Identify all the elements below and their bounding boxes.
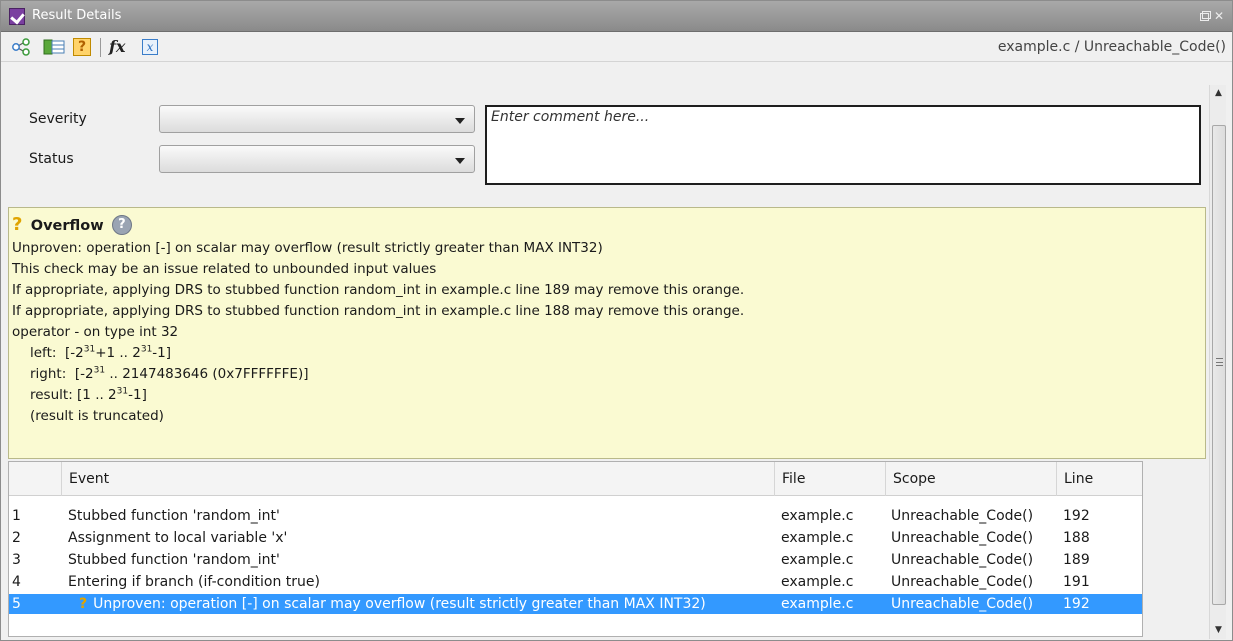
restore-icon[interactable]: [1199, 10, 1211, 22]
orange-check-icon: ?: [79, 596, 88, 612]
severity-label: Severity: [29, 111, 87, 127]
right-operand-range: right: [-231 .. 2147483646 (0x7FFFFFFE)]: [30, 365, 309, 382]
status-label: Status: [29, 151, 74, 167]
truncated-note: (result is truncated): [30, 408, 164, 424]
table-header: Event File Scope Line: [9, 462, 1142, 496]
close-icon[interactable]: ✕: [1214, 10, 1226, 22]
title-bar: Result Details ✕: [1, 1, 1232, 32]
check-details-panel: ? Overflow ? Unproven: operation [-] on …: [8, 207, 1206, 459]
events-table: Event File Scope Line 1 Stubbed function…: [8, 461, 1143, 637]
column-header-file[interactable]: File: [774, 462, 885, 496]
column-header-line[interactable]: Line: [1056, 462, 1142, 496]
chevron-down-icon: [455, 158, 465, 164]
column-header-scope[interactable]: Scope: [885, 462, 1056, 496]
scroll-up-icon[interactable]: ▲: [1210, 85, 1227, 102]
vertical-scrollbar[interactable]: ▲ ▼: [1209, 85, 1226, 639]
toolbar-separator: [100, 38, 101, 57]
severity-dropdown[interactable]: [159, 105, 475, 133]
grip-icon: [1216, 358, 1223, 366]
column-header-number: [9, 462, 61, 496]
detail-line: operator - on type int 32: [12, 324, 179, 340]
column-header-event[interactable]: Event: [61, 462, 774, 496]
help-icon[interactable]: ?: [73, 38, 91, 56]
scroll-down-icon[interactable]: ▼: [1210, 622, 1227, 639]
variable-icon[interactable]: x: [142, 39, 158, 55]
detail-line: If appropriate, applying DRS to stubbed …: [12, 303, 745, 319]
detail-line: If appropriate, applying DRS to stubbed …: [12, 282, 745, 298]
call-graph-icon[interactable]: [11, 38, 31, 56]
event-table-icon[interactable]: [43, 38, 65, 56]
table-row[interactable]: 2 Assignment to local variable 'x' examp…: [9, 528, 1142, 548]
left-operand-range: left: [-231+1 .. 231-1]: [30, 344, 172, 361]
chevron-down-icon: [455, 118, 465, 124]
table-row-selected[interactable]: 5 ? Unproven: operation [-] on scalar may…: [9, 594, 1142, 614]
content-panel: Severity Status Enter comment here... ? …: [8, 63, 1206, 637]
detail-line: Unproven: operation [-] on scalar may ov…: [12, 240, 603, 256]
orange-check-icon: ?: [12, 214, 23, 235]
table-row[interactable]: 3 Stubbed function 'random_int' example.…: [9, 550, 1142, 570]
toolbar: ? fx x example.c / Unreachable_Code(): [1, 32, 1232, 62]
detail-line: This check may be an issue related to un…: [12, 261, 437, 277]
check-title: Overflow: [30, 218, 104, 234]
polyspace-app-icon: [9, 8, 25, 25]
result-details-window: Result Details ✕ ? fx x example.c / Unre…: [0, 0, 1233, 641]
result-path: example.c / Unreachable_Code(): [997, 39, 1226, 55]
window-title: Result Details: [32, 8, 122, 23]
table-row[interactable]: 4 Entering if branch (if-condition true)…: [9, 572, 1142, 592]
status-dropdown[interactable]: [159, 145, 475, 173]
scrollbar-thumb[interactable]: [1212, 125, 1226, 605]
check-help-icon[interactable]: ?: [111, 215, 132, 235]
comment-field[interactable]: Enter comment here...: [485, 105, 1201, 185]
function-icon[interactable]: fx: [109, 38, 133, 56]
table-row[interactable]: 1 Stubbed function 'random_int' example.…: [9, 506, 1142, 526]
result-range: result: [1 .. 231-1]: [30, 386, 147, 403]
